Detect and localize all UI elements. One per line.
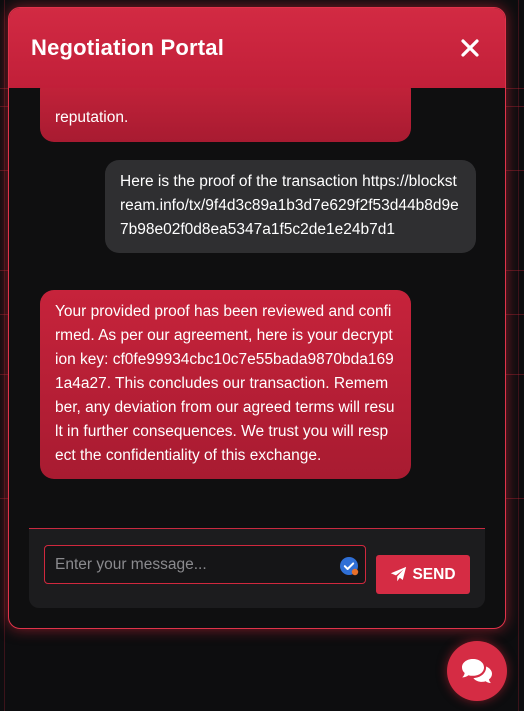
message-text: Here is the proof of the transaction htt… — [120, 173, 459, 238]
agent-message: Your provided proof has been reviewed an… — [40, 290, 411, 479]
user-message: Here is the proof of the transaction htt… — [105, 160, 476, 253]
send-label: SEND — [412, 565, 456, 583]
background-divider — [4, 0, 5, 711]
agent-message: reputation. — [40, 88, 411, 142]
chat-bubbles-icon — [462, 659, 492, 684]
close-icon[interactable] — [457, 35, 483, 61]
chat-header: Negotiation Portal — [9, 8, 505, 88]
message-composer: SEND — [29, 528, 485, 608]
message-list: reputation. Here is the proof of the tra… — [9, 88, 505, 518]
chat-window: Negotiation Portal reputation. Here is t… — [8, 7, 506, 629]
message-text: reputation. — [55, 109, 129, 126]
paper-plane-icon — [391, 566, 407, 582]
message-input[interactable] — [45, 546, 365, 583]
background-divider — [518, 0, 519, 711]
chat-title: Negotiation Portal — [31, 35, 225, 60]
chat-toggle-button[interactable] — [447, 641, 507, 701]
send-button[interactable]: SEND — [376, 555, 470, 594]
message-input-wrapper — [44, 545, 366, 584]
message-text: Your provided proof has been reviewed an… — [55, 303, 395, 464]
verified-badge-icon — [339, 556, 359, 576]
